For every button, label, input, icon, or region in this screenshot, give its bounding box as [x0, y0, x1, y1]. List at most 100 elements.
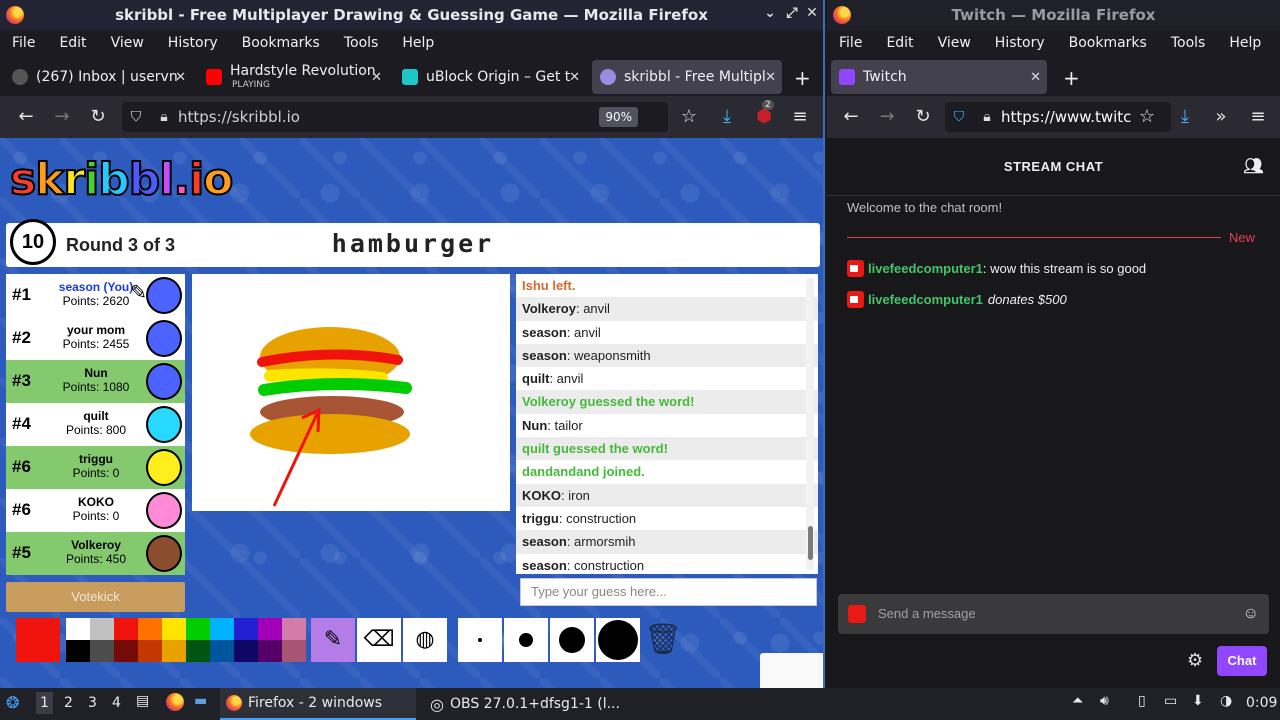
menu-file[interactable]: File [0, 35, 47, 51]
fill-tool[interactable]: ◍ [403, 618, 447, 662]
bookmark-star-icon[interactable]: ☆ [677, 106, 701, 127]
color-swatch[interactable] [114, 618, 138, 640]
close-tab-icon[interactable]: ✕ [765, 70, 776, 85]
player-row[interactable]: #6 triggu Points: 0 [6, 446, 185, 489]
hamburger-menu-icon[interactable]: ≡ [1246, 106, 1270, 127]
forward-icon[interactable]: → [875, 106, 899, 127]
brush-size-large[interactable] [550, 618, 594, 662]
color-swatch[interactable] [66, 618, 90, 640]
reload-icon[interactable]: ↻ [911, 106, 935, 127]
chat-scroll-thumb[interactable] [808, 526, 813, 560]
bookmark-star-icon[interactable]: ☆ [1135, 106, 1159, 127]
chat-send-button[interactable]: Chat [1217, 646, 1267, 676]
player-row[interactable]: #6 KOKO Points: 0 [6, 489, 185, 532]
menu-bookmarks[interactable]: Bookmarks [230, 35, 332, 51]
menu-history[interactable]: History [983, 35, 1057, 51]
tray-arrow-icon[interactable]: ⏶ [1072, 693, 1083, 709]
menu-help[interactable]: Help [1217, 35, 1273, 51]
color-swatch[interactable] [210, 618, 234, 640]
close-tab-icon[interactable]: ✕ [1030, 70, 1041, 85]
minimize-icon[interactable]: ⌄ [760, 5, 780, 21]
menu-help[interactable]: Help [390, 35, 446, 51]
new-tab-icon[interactable]: + [1063, 66, 1080, 90]
desktop-4[interactable]: 4 [112, 695, 121, 711]
menu-edit[interactable]: Edit [874, 35, 925, 51]
close-icon[interactable]: ✕ [802, 5, 822, 21]
menu-history[interactable]: History [156, 35, 230, 51]
tab-skribbl[interactable]: skribbl - Free Multipl ✕ [592, 60, 782, 94]
taskbar-obs[interactable]: ◎ OBS 27.0.1+dfsg1-1 (l... [424, 688, 620, 720]
hamburger-menu-icon[interactable]: ≡ [788, 106, 812, 127]
menu-tools[interactable]: Tools [1159, 35, 1218, 51]
pencil-tool[interactable]: ✎ [311, 618, 355, 662]
brush-size-small[interactable] [458, 618, 502, 662]
close-tab-icon[interactable]: ✕ [371, 70, 382, 85]
player-row[interactable]: #3 Nun Points: 1080 [6, 360, 185, 403]
clipboard-icon[interactable]: ▯ [1138, 693, 1146, 709]
color-swatch[interactable] [90, 640, 114, 662]
color-swatch[interactable] [138, 640, 162, 662]
desktop-3[interactable]: 3 [88, 695, 97, 711]
menu-edit[interactable]: Edit [47, 35, 98, 51]
close-tab-icon[interactable]: ✕ [569, 70, 580, 85]
tab-inbox[interactable]: (267) Inbox | uservn ✕ [4, 60, 192, 94]
folder-icon[interactable]: ▬ [194, 693, 207, 709]
start-menu-icon[interactable]: ❂ [6, 693, 19, 712]
color-swatch[interactable] [186, 640, 210, 662]
network-icon[interactable]: ◑ [1220, 693, 1232, 709]
color-swatch[interactable] [138, 618, 162, 640]
chat-username[interactable]: livefeedcomputer1 [868, 261, 983, 276]
brush-size-xlarge[interactable] [596, 618, 640, 662]
guess-input[interactable]: Type your guess here... [520, 578, 817, 606]
url-bar[interactable]: ⛉ 🔒︎ https://skribbl.io 90% [122, 102, 668, 132]
color-swatch[interactable] [90, 618, 114, 640]
download-icon[interactable]: ⤓ [715, 106, 739, 127]
color-swatch[interactable] [234, 640, 258, 662]
menu-bookmarks[interactable]: Bookmarks [1057, 35, 1159, 51]
emote-picker-icon[interactable]: ☺ [1243, 594, 1259, 634]
send-message-input[interactable]: Send a message ☺ [838, 594, 1269, 634]
color-swatch[interactable] [162, 640, 186, 662]
back-icon[interactable]: ← [14, 106, 38, 127]
color-swatch[interactable] [258, 640, 282, 662]
color-swatch[interactable] [186, 618, 210, 640]
eraser-tool[interactable]: ⌫ [357, 618, 401, 662]
player-row[interactable]: #4 quilt Points: 800 [6, 403, 185, 446]
drawing-canvas[interactable] [192, 274, 510, 511]
player-row[interactable]: #1 season (You) Points: 2620 ✎ [6, 274, 185, 317]
tab-hardstyle[interactable]: Hardstyle Revolution PLAYING ✕ [198, 60, 388, 94]
zoom-level[interactable]: 90% [599, 107, 638, 127]
menu-view[interactable]: View [99, 35, 156, 51]
chat-settings-gear-icon[interactable]: ⚙ [1187, 650, 1203, 671]
firefox-launcher-icon[interactable] [166, 693, 184, 711]
color-swatch[interactable] [114, 640, 138, 662]
menu-view[interactable]: View [926, 35, 983, 51]
restore-icon[interactable]: ⤢ [782, 5, 802, 21]
display-icon[interactable]: ▭ [1164, 693, 1177, 709]
brush-size-medium[interactable] [504, 618, 548, 662]
tab-ublock[interactable]: uBlock Origin – Get t ✕ [394, 60, 586, 94]
download-icon[interactable]: ⤓ [1173, 106, 1197, 127]
color-swatch[interactable] [210, 640, 234, 662]
desktop-2[interactable]: 2 [64, 695, 73, 711]
color-swatch[interactable] [66, 640, 90, 662]
volume-icon[interactable]: 🔊︎ [1100, 693, 1109, 709]
back-icon[interactable]: ← [839, 106, 863, 127]
new-tab-icon[interactable]: + [794, 66, 811, 90]
color-swatch[interactable] [162, 618, 186, 640]
forward-icon[interactable]: → [50, 106, 74, 127]
file-manager-icon[interactable]: ▤ [136, 693, 149, 709]
menu-file[interactable]: File [827, 35, 874, 51]
player-row[interactable]: #2 your mom Points: 2455 [6, 317, 185, 360]
overflow-icon[interactable]: » [1209, 106, 1233, 127]
player-row[interactable]: #5 Volkeroy Points: 450 [6, 532, 185, 575]
votekick-button[interactable]: Votekick [6, 582, 185, 612]
taskbar-firefox[interactable]: Firefox - 2 windows [220, 688, 416, 720]
menu-tools[interactable]: Tools [332, 35, 391, 51]
color-swatch[interactable] [258, 618, 282, 640]
chat-username[interactable]: livefeedcomputer1 [868, 292, 983, 307]
desktop-1[interactable]: 1 [36, 692, 53, 714]
color-swatch[interactable] [282, 618, 306, 640]
color-swatch[interactable] [234, 618, 258, 640]
reload-icon[interactable]: ↻ [86, 106, 110, 127]
